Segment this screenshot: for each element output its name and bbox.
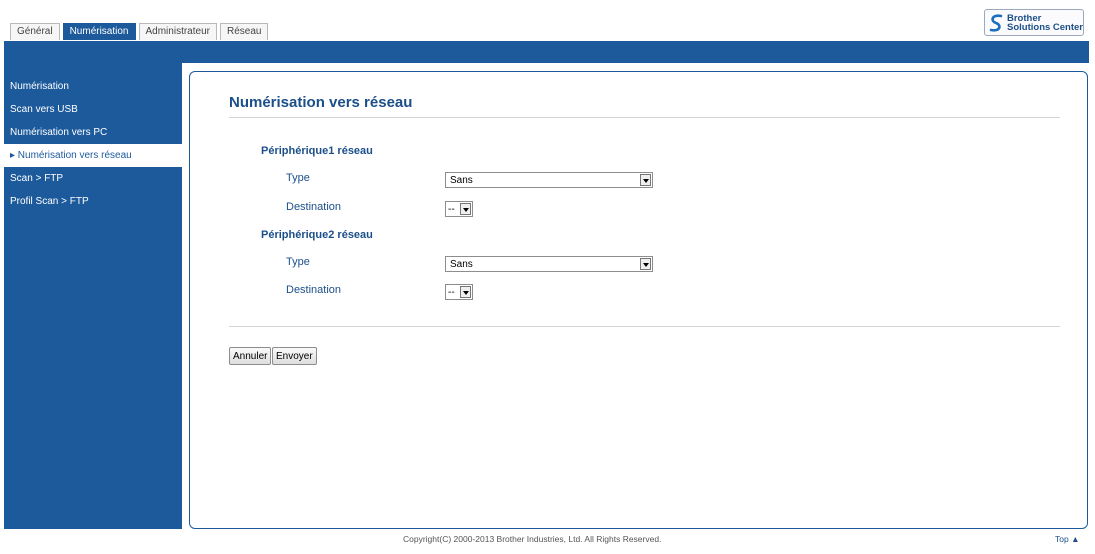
brand-text: Brother Solutions Center [1007, 13, 1084, 33]
device2-type-select[interactable]: Sans [445, 256, 653, 272]
device2-type-label: Type [286, 256, 310, 268]
device2-destination-label: Destination [286, 284, 342, 296]
top-link[interactable]: Top ▲ [1055, 534, 1079, 544]
copyright-text: Copyright(C) 2000-2013 Brother Industrie… [403, 534, 662, 544]
device1-type-label: Type [286, 172, 310, 184]
brother-s-logo-icon [989, 13, 1003, 32]
device1-destination-select[interactable]: -- [445, 201, 473, 217]
chevron-down-icon [460, 286, 471, 298]
device2-type-value: Sans [450, 259, 473, 270]
tab-reseau[interactable]: Réseau [219, 23, 269, 40]
header-band [4, 41, 1089, 63]
device1-section-title: Périphérique1 réseau [261, 145, 373, 157]
title-divider [229, 117, 1060, 118]
page-title: Numérisation vers réseau [229, 94, 413, 111]
sidebar: Numérisation Scan vers USB Numérisation … [4, 63, 182, 529]
tab-general[interactable]: Général [10, 23, 60, 40]
sidebar-item-scan-ftp[interactable]: Scan > FTP [4, 167, 182, 190]
sidebar-item-profil-scan-ftp[interactable]: Profil Scan > FTP [4, 190, 182, 213]
chevron-down-icon [460, 203, 471, 215]
cancel-button[interactable]: Annuler [229, 347, 272, 365]
device1-type-value: Sans [450, 175, 473, 186]
top-bar: Général Numérisation Administrateur Rése… [0, 0, 1095, 44]
device1-destination-label: Destination [286, 201, 342, 213]
device1-type-select[interactable]: Sans [445, 172, 653, 188]
sidebar-item-scan-vers-usb[interactable]: Scan vers USB [4, 98, 182, 121]
sidebar-item-numerisation-vers-reseau[interactable]: ▸ Numérisation vers réseau [4, 144, 182, 167]
sidebar-item-numerisation-vers-pc[interactable]: Numérisation vers PC [4, 121, 182, 144]
device2-destination-value: -- [448, 287, 455, 298]
content-panel: Numérisation vers réseau Périphérique1 r… [189, 71, 1088, 529]
tab-administrateur[interactable]: Administrateur [138, 23, 217, 40]
sidebar-list: Numérisation Scan vers USB Numérisation … [4, 75, 182, 213]
brother-solutions-center-link[interactable]: Brother Solutions Center [984, 9, 1084, 36]
device2-section-title: Périphérique2 réseau [261, 229, 373, 241]
form-divider [229, 326, 1060, 327]
sidebar-item-numerisation[interactable]: Numérisation [4, 75, 182, 98]
device2-destination-select[interactable]: -- [445, 284, 473, 300]
main-tabs: Général Numérisation Administrateur Rése… [10, 23, 269, 40]
tab-numerisation[interactable]: Numérisation [62, 23, 136, 40]
device1-destination-value: -- [448, 204, 455, 215]
brand-line-2: Solutions Center [1007, 21, 1084, 33]
send-button[interactable]: Envoyer [272, 347, 317, 365]
chevron-down-icon [640, 174, 651, 186]
chevron-down-icon [640, 258, 651, 270]
